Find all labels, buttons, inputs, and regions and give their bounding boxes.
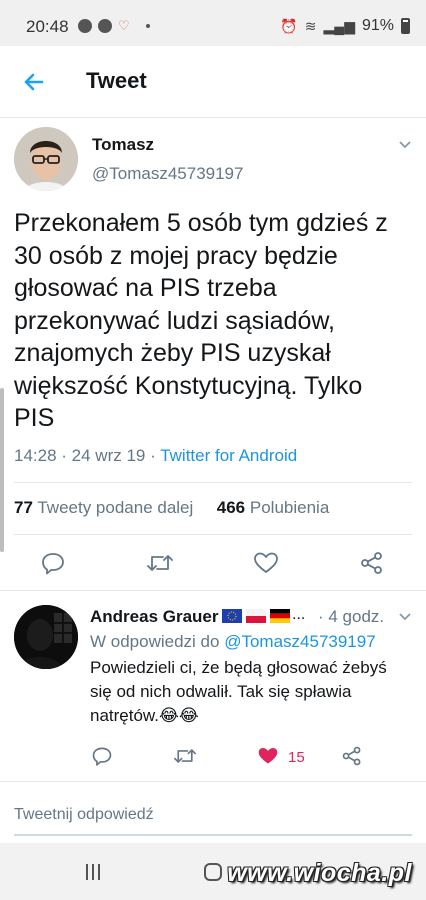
- battery-icon: [401, 18, 410, 34]
- reply-reply-button[interactable]: [91, 745, 113, 767]
- retweet-icon: [147, 555, 173, 571]
- author-name[interactable]: Tomasz: [92, 135, 154, 155]
- battery-percent: 91%: [361, 17, 394, 34]
- reply-retweet-button[interactable]: [173, 745, 197, 767]
- retweets-stat[interactable]: 77 Tweety podane dalej: [14, 498, 193, 517]
- system-icons: ⏰ ≋ ▂▄▆ 91%: [280, 17, 410, 35]
- tweet-source-link[interactable]: Twitter for Android: [160, 446, 297, 465]
- retweets-count: 77: [14, 498, 33, 517]
- reply-button[interactable]: [40, 550, 66, 576]
- share-icon: [342, 746, 361, 766]
- avatar-photo: [14, 605, 78, 669]
- likes-stat[interactable]: 466 Polubienia: [217, 498, 330, 517]
- likes-count: 466: [216, 498, 246, 517]
- reply-to-mention-link[interactable]: @Tomasz45739197: [224, 632, 375, 651]
- tweet-time: 14:28: [14, 446, 57, 465]
- author-handle[interactable]: @Tomasz45739197: [92, 164, 243, 184]
- divider: [14, 534, 412, 535]
- eu-flag-icon: [222, 609, 242, 623]
- recent-apps-button[interactable]: [86, 864, 100, 880]
- share-icon: [361, 552, 382, 574]
- heart-filled-icon: [258, 747, 278, 764]
- tweet-timestamp: 14:28 · 24 wrz 19 · Twitter for Android: [14, 446, 297, 466]
- reply-compose-input[interactable]: Tweetnij odpowiedź: [14, 806, 154, 824]
- divider: [14, 482, 412, 483]
- retweet-icon: [174, 749, 196, 763]
- reply-author-name[interactable]: Andreas Grauer: [90, 607, 219, 627]
- tweet-stats: 77 Tweety podane dalej 466 Polubienia: [14, 498, 329, 518]
- compose-underline: [14, 834, 412, 836]
- avatar[interactable]: [14, 127, 78, 191]
- scrollbar[interactable]: [0, 388, 4, 552]
- reply-like-button[interactable]: [257, 745, 279, 767]
- section-divider: [0, 781, 426, 782]
- watermark: www.wiocha.pl: [227, 859, 412, 887]
- retweet-button[interactable]: [146, 550, 174, 576]
- reply-icon: [92, 747, 112, 766]
- alarm-icon: ⏰: [280, 17, 298, 34]
- back-button[interactable]: [18, 66, 50, 98]
- tweet-date: 24 wrz 19: [71, 446, 146, 465]
- system-nav-bar: ‹ www.wiocha.pl: [0, 843, 426, 900]
- page-title: Tweet: [86, 68, 147, 93]
- germany-flag-icon: [270, 609, 290, 623]
- reply-author-flags: [222, 609, 290, 623]
- meta-separator: ·: [150, 446, 161, 465]
- reply-time: · 4 godz.: [318, 607, 385, 626]
- messenger-icon: [78, 19, 92, 33]
- arrow-left-icon: [24, 73, 44, 91]
- wifi-icon: ≋: [304, 17, 317, 34]
- chevron-down-icon[interactable]: [398, 609, 414, 625]
- app-header: Tweet: [0, 46, 426, 118]
- notification-icons: ♡: [78, 19, 150, 33]
- like-button[interactable]: [253, 550, 279, 576]
- reply-share-button[interactable]: [341, 745, 363, 767]
- retweets-label: Tweety podane dalej: [37, 498, 194, 517]
- recent-apps-icon: [86, 864, 88, 880]
- reply-text: Powiedzieli ci, że będą głosować żebyś s…: [90, 658, 387, 725]
- reply-icon: [42, 553, 64, 575]
- tweet-text: Przekonałem 5 osób tym gdzieś z 30 osób …: [14, 209, 388, 432]
- status-bar: 20:48 ♡ ⏰ ≋ ▂▄▆ 91%: [0, 0, 426, 46]
- messenger-icon: [98, 19, 112, 33]
- home-button[interactable]: [204, 863, 222, 881]
- section-divider: [0, 590, 426, 591]
- avatar[interactable]: [14, 605, 78, 669]
- poland-flag-icon: [246, 609, 266, 623]
- name-overflow-ellipsis: ...: [292, 606, 306, 623]
- reply-like-count: 15: [288, 749, 305, 766]
- meta-separator: ·: [61, 446, 72, 465]
- heart-icon: ♡: [118, 18, 130, 33]
- heart-icon: [254, 552, 278, 573]
- dot-icon: [145, 24, 150, 28]
- signal-icon: ▂▄▆: [323, 17, 355, 34]
- reply-to-label: W odpowiedzi do: [90, 632, 220, 651]
- share-button[interactable]: [359, 550, 385, 576]
- likes-label: Polubienia: [249, 498, 330, 517]
- reply-context: W odpowiedzi do @Tomasz45739197: [90, 632, 376, 652]
- chevron-down-icon[interactable]: [398, 137, 414, 153]
- avatar-photo: [14, 127, 78, 191]
- status-time: 20:48: [26, 17, 69, 36]
